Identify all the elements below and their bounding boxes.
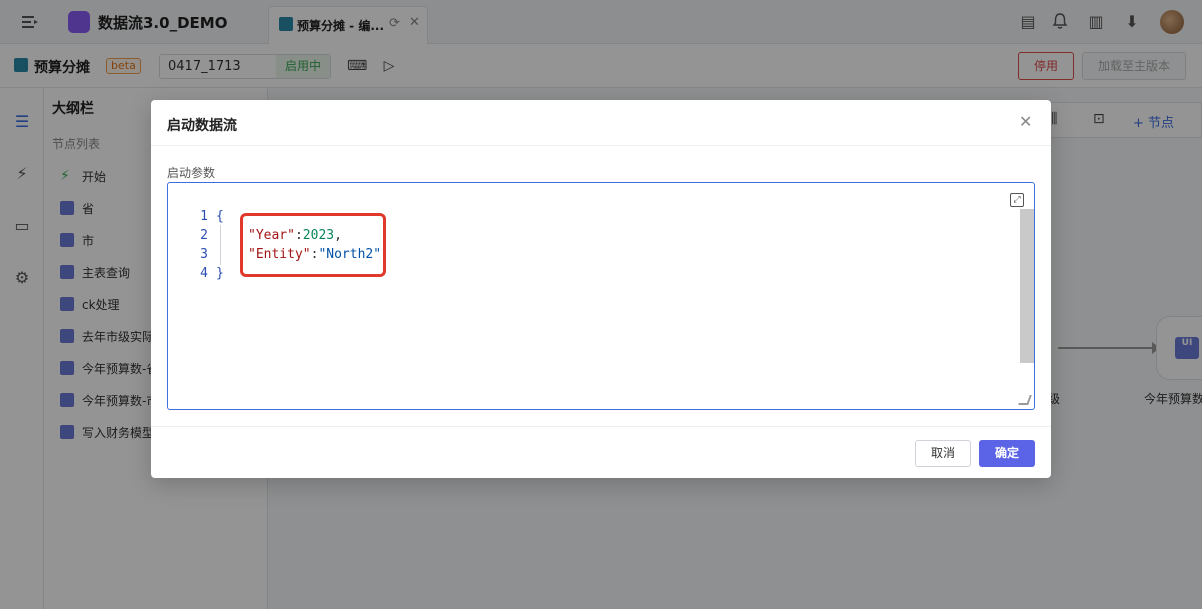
- param-label: 启动参数: [167, 166, 216, 180]
- close-icon[interactable]: ✕: [1019, 112, 1032, 131]
- dialog-footer: 取消 确定: [151, 426, 1051, 478]
- dialog-title: 启动数据流: [167, 118, 237, 134]
- code-line: }: [216, 266, 224, 281]
- line-number: 3: [200, 247, 208, 262]
- line-number: 4: [200, 266, 208, 281]
- line-number: 1: [200, 209, 208, 224]
- resize-handle[interactable]: [1018, 395, 1032, 405]
- ok-button[interactable]: 确定: [979, 440, 1035, 467]
- indent-guide: [220, 225, 221, 265]
- cancel-button[interactable]: 取消: [915, 440, 971, 467]
- code-line: {: [216, 209, 224, 224]
- line-number: 2: [200, 228, 208, 243]
- annotation-highlight: [240, 213, 386, 277]
- scrollbar[interactable]: [1020, 209, 1034, 363]
- dialog-header: 启动数据流 ✕: [151, 100, 1051, 146]
- expand-icon[interactable]: ⤢: [1010, 193, 1024, 207]
- start-dataflow-dialog: 启动数据流 ✕ 启动参数 ⤢ 1 2 3 4 { "Year":2023, "E…: [151, 100, 1051, 478]
